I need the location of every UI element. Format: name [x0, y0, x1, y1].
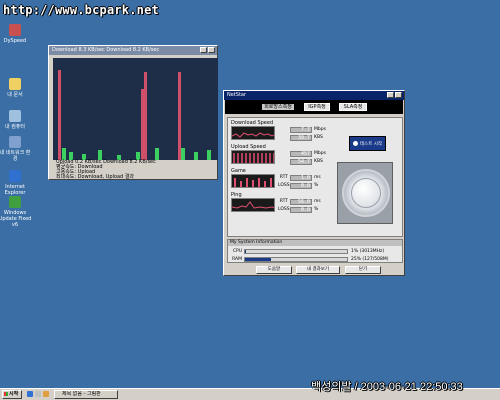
traffic-bar [57, 70, 61, 160]
url-watermark: http://www.bcpark.net [3, 3, 159, 17]
desktop-icon-label: DySpeed [3, 38, 27, 44]
download-kbs-value: 39.7 [290, 134, 312, 141]
graph-window-titlebar[interactable]: Download 8.3 KB/sec Download 8.2 KB/sec [49, 46, 217, 55]
windows-logo-icon [4, 392, 8, 396]
ping-loss-value: 0.0 [290, 206, 312, 213]
desktop-icon[interactable]: Internet Explorer [0, 170, 32, 196]
download-meter-graph [231, 126, 275, 140]
traffic-bar [206, 149, 211, 160]
close-button[interactable] [208, 47, 215, 53]
folder-icon [9, 78, 21, 90]
windows-update-icon [9, 196, 21, 208]
upload-kbs-row: 54.7 KBS [278, 158, 323, 165]
traffic-bar [144, 72, 148, 160]
start-test-button[interactable]: 테스트 시작 [349, 136, 386, 151]
tab-speed-test[interactable]: 회로망스측정 [261, 103, 295, 111]
system-information: My System Information CPU 1% (3013MHz) R… [227, 239, 403, 263]
desktop-icon[interactable]: DySpeed [0, 24, 32, 44]
game-loss-row: LOSS 0.0 % [278, 182, 319, 189]
traffic-bar [193, 151, 198, 160]
netstar-title: NetStar [227, 92, 247, 98]
start-button[interactable]: 시작 [2, 390, 22, 399]
desktop-icon-label: 내 문서 [7, 92, 23, 98]
network-icon [9, 136, 21, 148]
tab-bar: 회로망스측정 IGP측정 SLA측정 [225, 100, 403, 114]
cpu-row: CPU 1% (3013MHz) [232, 248, 385, 254]
upload-mbps-row: 457 Mbps [278, 150, 326, 157]
graph-window-title: Download 8.3 KB/sec Download 8.2 KB/sec [52, 47, 160, 53]
help-button[interactable]: 도움말 [256, 266, 292, 274]
download-kbs-row: 39.7 KBS [278, 134, 323, 141]
tab-igp-test[interactable]: IGP측정 [304, 103, 330, 111]
ping-rtt-row: RTT 56.0 ms [279, 198, 321, 205]
game-rtt-value: 1.0 [290, 174, 312, 181]
game-rtt-row: RTT 1.0 ms [279, 174, 321, 181]
dial-center [351, 178, 381, 208]
ping-loss-row: LOSS 0.0 % [278, 206, 319, 213]
traffic-graph [53, 58, 218, 160]
upload-kbs-value: 54.7 [290, 158, 312, 165]
traffic-graph-window[interactable]: Download 8.3 KB/sec Download 8.2 KB/sec … [48, 45, 218, 180]
upload-meter-graph [231, 150, 275, 164]
measurement-panel: Download Speed 7.7 Mbps 39.7 KBS Upload … [227, 117, 403, 237]
download-mbps-row: 7.7 Mbps [278, 126, 326, 133]
start-circle-icon [352, 141, 358, 146]
desktop-icon-label: 내 네트워크 환경 [0, 150, 31, 162]
ping-meter-graph [231, 198, 275, 212]
speed-dial [337, 162, 393, 224]
game-loss-value: 0.0 [290, 182, 312, 189]
desktop-icon[interactable]: 내 문서 [0, 78, 32, 98]
desktop-icon[interactable]: 내 네트워크 환경 [0, 136, 32, 162]
ram-usage-value: 25% (127/508M) [351, 256, 389, 262]
tab-sla-test[interactable]: SLA측정 [339, 103, 367, 111]
desktop-icon-label: 내 컴퓨터 [5, 124, 25, 130]
cpu-usage-value: 1% (3013MHz) [351, 248, 385, 254]
speed-icon [9, 24, 21, 36]
graph-status-line-4: 최대속도: Download, Upload 결과 [56, 174, 135, 180]
sysinfo-header: My System Information [228, 240, 402, 246]
desktop-icon[interactable]: Windows Update Fixed v6 [0, 196, 32, 228]
netstar-window[interactable]: NetStar 회로망스측정 IGP측정 SLA측정 Download Spee… [223, 90, 405, 276]
game-meter-graph [231, 174, 275, 188]
desktop-icon-label: Internet Explorer [4, 184, 26, 196]
media-quicklaunch-icon[interactable] [43, 391, 49, 397]
ping-rtt-value: 56.0 [290, 198, 312, 205]
cpu-usage-bar [244, 248, 348, 254]
netstar-titlebar[interactable]: NetStar [224, 91, 404, 100]
caption-watermark: 백성의발 / 2003-06-21 22:50:33 [311, 381, 463, 393]
ram-row: RAM 25% (127/508M) [232, 256, 389, 262]
minimize-button[interactable] [387, 92, 394, 98]
traffic-bar [181, 147, 185, 160]
desktop-quicklaunch-icon[interactable] [35, 391, 41, 397]
minimize-button[interactable] [200, 47, 207, 53]
my-results-button[interactable]: 내 결과보기 [296, 266, 340, 274]
desktop-icon-label: Windows Update Fixed v6 [0, 210, 32, 228]
taskbar-item-paint[interactable]: 제목 없음 - 그림판 [54, 390, 118, 399]
computer-icon [9, 110, 21, 122]
close-window-button[interactable]: 닫기 [345, 266, 381, 274]
upload-mbps-value: 457 [290, 150, 312, 157]
ram-usage-bar [244, 256, 348, 262]
ie-quicklaunch-icon[interactable] [27, 391, 33, 397]
desktop-icon[interactable]: 내 컴퓨터 [0, 110, 32, 130]
ie-icon [9, 170, 21, 182]
download-mbps-value: 7.7 [290, 126, 312, 133]
close-button[interactable] [395, 92, 402, 98]
